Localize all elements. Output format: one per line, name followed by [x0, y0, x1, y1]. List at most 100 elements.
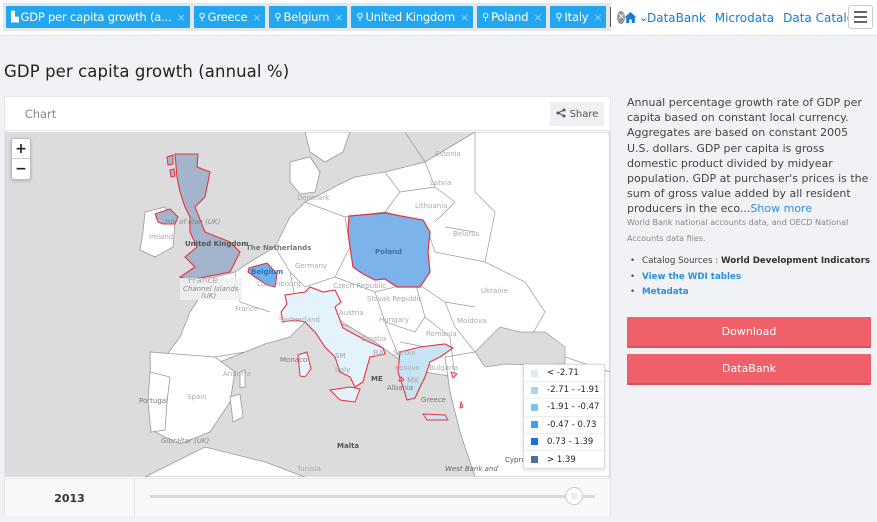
legend-label: < -2.71: [547, 368, 579, 379]
tag-united-kingdom[interactable]: ⚲ United Kingdom ×: [351, 6, 473, 28]
choropleth-map[interactable]: United Kingdom Isle of Man (UK) Ireland …: [5, 132, 610, 477]
map-label-poland: Poland: [375, 248, 403, 256]
tag-label: Belgium: [283, 10, 330, 24]
map-label-slovak-republic: Slovak Republic: [367, 295, 423, 303]
legend-item: > 1.39: [524, 451, 604, 468]
map-label-spain: Spain: [187, 393, 207, 401]
tag-belgium[interactable]: ⚲ Belgium ×: [269, 6, 348, 28]
home-icon[interactable]: [624, 11, 638, 25]
wdi-tables-link[interactable]: View the WDI tables: [642, 272, 741, 282]
legend-swatch: [531, 369, 538, 377]
bar-chart-icon: ▙: [11, 11, 19, 23]
description-text: Annual percentage growth rate of GDP per…: [627, 96, 869, 216]
top-bar: ▙ GDP per capita growth (a... × ⚲ Greece…: [0, 0, 877, 36]
metadata-link[interactable]: Metadata: [642, 287, 689, 297]
map-marker-icon: ⚲: [356, 11, 364, 23]
map-label-channel-uk: (UK): [201, 292, 217, 300]
zoom-out-button[interactable]: −: [12, 159, 30, 179]
map-legend: < -2.71 -2.71 - -1.91 -1.91 - -0.47 -0.4…: [523, 364, 605, 470]
map-marker-icon: ⚲: [198, 11, 206, 23]
map-label-monaco: Monaco: [280, 356, 308, 364]
databank-button[interactable]: DataBank: [627, 354, 871, 385]
legend-item: -2.71 - -1.91: [524, 382, 604, 400]
legend-swatch: [531, 403, 538, 411]
map-label-austria: Austria: [339, 309, 364, 317]
selected-year: 2013: [5, 479, 135, 517]
tag-greece[interactable]: ⚲ Greece ×: [193, 6, 266, 28]
country-italy-sicily: [328, 386, 361, 403]
country-uk-shetland: [166, 154, 174, 166]
zoom-in-button[interactable]: +: [12, 139, 30, 159]
country-norway-sweden: [304, 132, 351, 163]
remove-tag-icon[interactable]: ×: [176, 11, 185, 24]
map-label-germany: Germany: [295, 262, 328, 270]
legend-swatch: [531, 456, 538, 464]
page-title: GDP per capita growth (annual %): [4, 62, 290, 81]
map-label-ukraine: Ukraine: [481, 287, 509, 295]
catalog-value: World Development Indicators: [720, 256, 871, 266]
tag-indicator[interactable]: ▙ GDP per capita growth (a... ×: [6, 6, 190, 28]
share-button[interactable]: Share: [550, 102, 604, 126]
indicator-country-selector[interactable]: ▙ GDP per capita growth (a... × ⚲ Greece…: [3, 3, 648, 31]
country-greece-crete: [422, 413, 449, 421]
map-label-gibraltar: Gibraltar (UK): [161, 437, 210, 445]
legend-item: 0.73 - 1.39: [524, 434, 604, 451]
map-label-czech-republic: Czech Republic: [333, 282, 387, 290]
share-icon: [556, 108, 566, 121]
map-label-lithuania: Lithuania: [415, 202, 448, 210]
country-sardinia: [229, 393, 244, 423]
map-label-luxembourg: Luxembourg: [257, 280, 301, 288]
map-label-switzerland: Switzerland: [279, 316, 320, 324]
legend-item: -0.47 - 0.73: [524, 417, 604, 434]
tag-label: United Kingdom: [365, 10, 455, 24]
catalog-sources: Catalog Sources : World Development Indi…: [627, 254, 872, 270]
remove-tag-icon[interactable]: ×: [593, 11, 602, 24]
hamburger-line: [854, 16, 867, 18]
map-label-latvia: Latvia: [430, 179, 452, 187]
legend-swatch: [531, 421, 538, 429]
remove-tag-icon[interactable]: ×: [533, 11, 542, 24]
map-label-estonia: Estonia: [435, 150, 461, 158]
nav-link-databank[interactable]: DataBank: [647, 11, 706, 25]
nav-link-microdata[interactable]: Microdata: [715, 11, 774, 25]
map-label-ba: BA: [373, 349, 384, 358]
year-slider-handle[interactable]: |||: [565, 487, 583, 505]
map-label-denmark: Denmark: [297, 194, 330, 202]
country-north-africa: [144, 446, 306, 477]
legend-item: -1.91 - -0.47: [524, 399, 604, 417]
map-label-france: France: [235, 305, 259, 313]
map-label-moldova: Moldova: [457, 317, 487, 325]
show-more-link[interactable]: Show more: [750, 202, 812, 215]
tab-chart[interactable]: Chart: [5, 97, 76, 131]
tag-poland[interactable]: ⚲ Poland ×: [476, 6, 547, 28]
metadata-item: Metadata: [627, 285, 872, 301]
catalog-links: Catalog Sources : World Development Indi…: [627, 254, 872, 301]
map-label-italy: Italy: [335, 366, 351, 374]
remove-tag-icon[interactable]: ×: [460, 11, 469, 24]
map-label-uk: United Kingdom: [185, 240, 249, 248]
map-label-me: ME: [371, 375, 383, 383]
tag-label: GDP per capita growth (a...: [20, 10, 172, 24]
download-button[interactable]: Download: [627, 317, 871, 348]
map-label-sm: SM: [335, 352, 346, 360]
tag-italy[interactable]: ⚲ Italy ×: [550, 6, 607, 28]
top-nav: DataBank Microdata Data Catalog: [624, 0, 862, 36]
wdi-tables-item: View the WDI tables: [627, 270, 872, 286]
visualization-card: Chart Map Share: [4, 96, 611, 517]
legend-label: -1.91 - -0.47: [547, 402, 600, 413]
country-united-kingdom: [174, 153, 241, 281]
map-label-portugal: Portugal: [139, 397, 168, 405]
remove-tag-icon[interactable]: ×: [252, 11, 261, 24]
tag-label: Italy: [564, 10, 589, 24]
map-label-netherlands: The Netherlands: [246, 244, 312, 252]
map-label-ireland: Ireland: [149, 233, 174, 241]
legend-label: 0.73 - 1.39: [547, 436, 594, 447]
year-slider-track[interactable]: [150, 495, 595, 498]
legend-swatch: [531, 386, 538, 394]
map-label-kosovo: Kosovo: [395, 364, 420, 372]
menu-button[interactable]: [848, 5, 873, 29]
legend-item: < -2.71: [524, 365, 604, 383]
search-input[interactable]: Search: [610, 7, 613, 27]
tag-label: Greece: [207, 10, 248, 24]
remove-tag-icon[interactable]: ×: [334, 11, 343, 24]
